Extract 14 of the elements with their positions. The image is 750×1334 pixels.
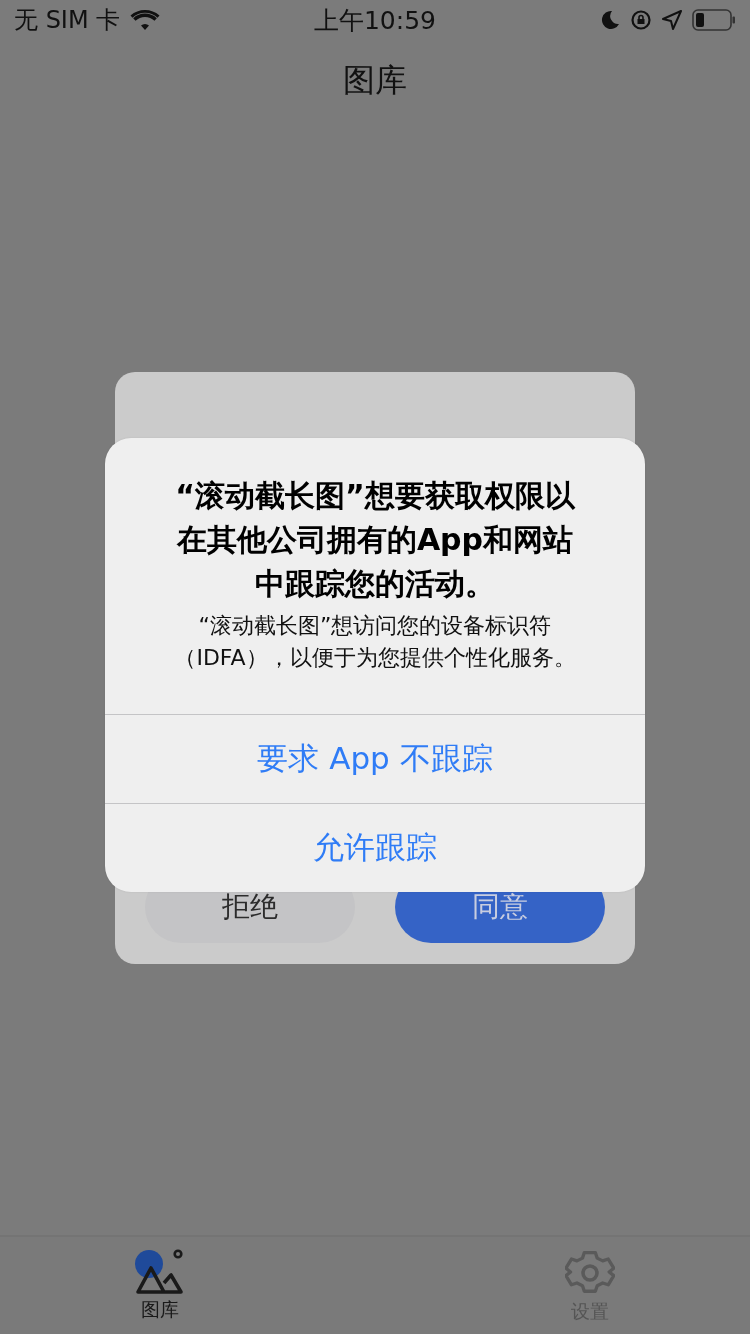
moon-icon [600,10,620,30]
alert-message: “滚动截长图”想访问您的设备标识符（IDFA），以便于为您提供个性化服务。 [173,612,577,672]
alert-button[interactable]: 允许跟踪 [105,803,645,892]
clock-time: 上午10:59 [313,5,436,35]
mountain-picture-icon [135,1249,185,1295]
battery-icon [692,9,736,31]
alert-title: “滚动截长图”想要获取权限以在其他公司拥有的App和网站中跟踪您的活动。 [174,477,577,603]
carrier-label: 无 SIM 卡 [14,5,121,36]
alert-button[interactable]: 要求 App 不跟踪 [105,714,645,803]
wifi-icon [130,9,161,31]
location-arrow-icon [662,10,682,30]
nav-title: 图库 [343,60,407,101]
tab-bar-item[interactable]: 图库 [100,1237,220,1334]
rotation-lock-icon [630,9,652,31]
